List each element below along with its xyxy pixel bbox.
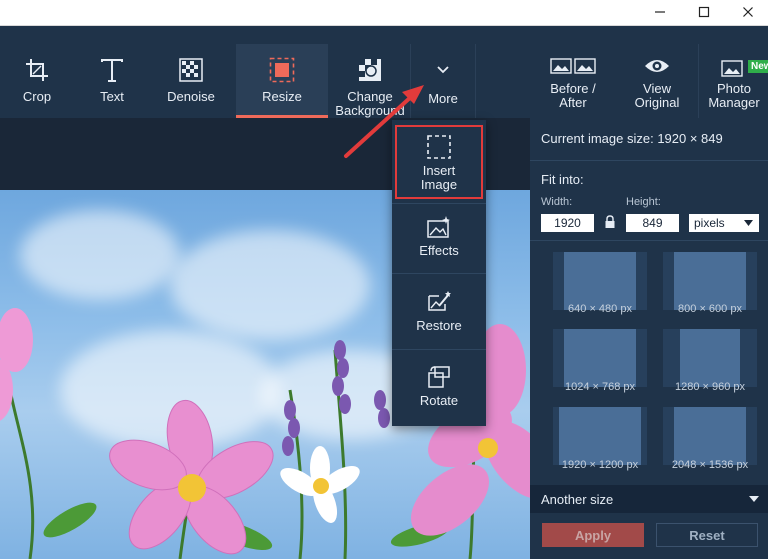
chevron-down-icon <box>744 220 753 226</box>
close-icon[interactable] <box>728 0 768 24</box>
lock-icon[interactable] <box>604 215 616 234</box>
preset-2048x1536[interactable] <box>663 407 757 465</box>
another-size-label: Another size <box>541 492 614 507</box>
before-after-button[interactable]: Before / After <box>534 44 612 118</box>
view-original-button[interactable]: View Original <box>620 44 694 118</box>
before-after-label: Before / After <box>550 81 596 110</box>
text-tool-button[interactable]: Text <box>74 44 150 118</box>
effects-menu-item[interactable]: Effects <box>392 210 486 270</box>
view-original-label: View Original <box>634 81 680 110</box>
eye-icon <box>644 50 670 82</box>
rotate-menu-item[interactable]: Rotate <box>392 360 486 420</box>
effects-icon <box>426 210 452 244</box>
photo-manager-button[interactable]: New Photo Manager <box>700 44 768 118</box>
preset-1024x768[interactable] <box>553 329 647 387</box>
another-size-dropdown[interactable]: Another size <box>530 485 768 513</box>
preset-label: 800 × 600 px <box>678 303 742 315</box>
resize-label: Resize <box>262 89 302 104</box>
change-background-button[interactable]: Change Background <box>330 44 410 118</box>
height-input[interactable]: 849 <box>626 214 679 232</box>
rotate-icon <box>426 360 452 394</box>
maximize-icon[interactable] <box>684 0 724 24</box>
width-input[interactable]: 1920 <box>541 214 594 232</box>
header-band <box>0 26 768 44</box>
preset-label: 1280 × 960 px <box>674 381 746 393</box>
restore-menu-item[interactable]: Restore <box>392 285 486 345</box>
resize-tool-button[interactable]: Resize <box>236 44 328 118</box>
more-button[interactable]: More <box>411 44 475 118</box>
resize-panel: Current image size: 1920 × 849 Fit into:… <box>530 118 768 559</box>
denoise-label: Denoise <box>167 89 215 104</box>
current-image-size: Current image size: 1920 × 849 <box>541 131 723 146</box>
preset-800x600[interactable] <box>663 252 757 310</box>
preset-label: 2048 × 1536 px <box>671 459 749 471</box>
text-icon <box>99 50 125 90</box>
denoise-icon <box>179 50 203 90</box>
menu-separator <box>392 273 486 274</box>
height-label: Height: <box>626 196 661 208</box>
unit-select[interactable]: pixels <box>689 214 759 232</box>
new-badge: New <box>748 60 768 73</box>
rotate-label: Rotate <box>419 393 459 408</box>
preset-1280x960[interactable] <box>663 329 757 387</box>
change-background-icon <box>358 50 382 90</box>
preset-label: 640 × 480 px <box>568 303 632 315</box>
apply-button[interactable]: Apply <box>542 523 644 547</box>
toolbar-separator <box>698 44 699 118</box>
main-toolbar: Crop Text Denoise Resize Change Backgrou… <box>0 44 768 118</box>
restore-icon <box>425 285 453 319</box>
text-label: Text <box>100 89 124 104</box>
annotation-highlight-box <box>395 125 483 199</box>
panel-divider <box>530 240 768 241</box>
reset-button[interactable]: Reset <box>656 523 758 547</box>
crop-icon <box>24 50 50 90</box>
menu-separator <box>392 203 486 204</box>
effects-label: Effects <box>419 243 459 258</box>
denoise-tool-button[interactable]: Denoise <box>150 44 232 118</box>
unit-select-value: pixels <box>694 216 725 230</box>
preset-label: 1024 × 768 px <box>564 381 636 393</box>
panel-divider <box>530 160 768 161</box>
preset-label: 1920 × 1200 px <box>561 459 639 471</box>
preset-1920x1200[interactable] <box>553 407 647 465</box>
change-background-label: Change Background <box>335 89 405 118</box>
preset-640x480[interactable] <box>553 252 647 310</box>
photo-manager-label: Photo Manager <box>708 81 760 110</box>
crop-label: Crop <box>22 89 52 104</box>
menu-separator <box>392 349 486 350</box>
fit-into-label: Fit into: <box>541 172 584 187</box>
width-label: Width: <box>541 196 573 208</box>
toolbar-separator <box>475 44 476 118</box>
title-bar <box>0 0 768 26</box>
restore-label: Restore <box>416 318 462 333</box>
minimize-icon[interactable] <box>640 0 680 24</box>
more-label: More <box>428 91 458 106</box>
crop-tool-button[interactable]: Crop <box>0 44 74 118</box>
chevron-down-icon <box>436 50 450 90</box>
chevron-down-icon <box>749 496 759 502</box>
photo-manager-icon: New <box>720 50 768 82</box>
before-after-icon <box>550 50 596 82</box>
resize-icon <box>269 50 295 90</box>
